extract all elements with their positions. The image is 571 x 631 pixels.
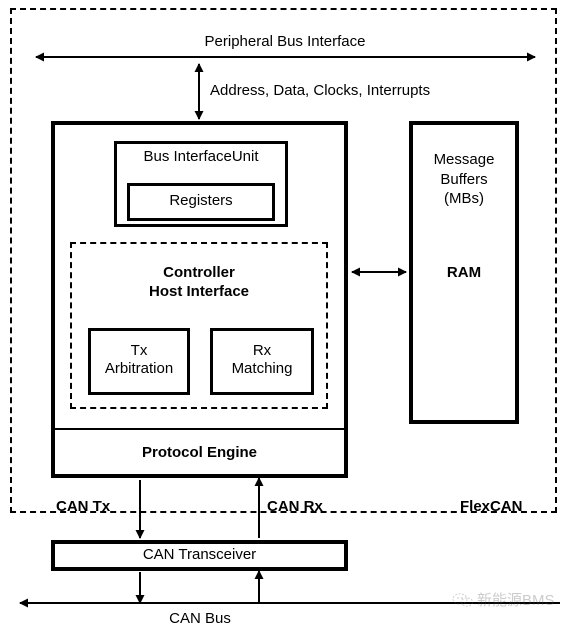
tx-arbitration-label: Tx Arbitration bbox=[104, 342, 174, 377]
bus-interface-unit-label: Bus InterfaceUnit bbox=[143, 148, 259, 165]
rx-matching-label: Rx Matching bbox=[231, 342, 293, 377]
flexcan-region-label: FlexCAN bbox=[460, 498, 523, 515]
protocol-engine-divider bbox=[53, 428, 346, 430]
can-transceiver-label: CAN Transceiver bbox=[142, 546, 257, 563]
flexcan-block-diagram: Peripheral Bus Interface Address, Data, … bbox=[0, 0, 571, 631]
can-rx-label: CAN Rx bbox=[267, 498, 323, 515]
ram-label: RAM bbox=[446, 264, 482, 281]
can-tx-label: CAN Tx bbox=[56, 498, 111, 515]
message-buffers-label: Message Buffers (MBs) bbox=[433, 151, 495, 207]
can-bus-label: CAN Bus bbox=[169, 610, 231, 627]
watermark-text: 新能源BMS bbox=[477, 592, 555, 609]
protocol-engine-label: Protocol Engine bbox=[141, 444, 257, 461]
registers-label: Registers bbox=[169, 192, 233, 209]
address-data-clocks-interrupts-label: Address, Data, Clocks, Interrupts bbox=[210, 82, 431, 99]
controller-host-interface-label: Controller Host Interface bbox=[148, 264, 250, 300]
wechat-logo-icon bbox=[452, 592, 474, 608]
peripheral-bus-interface-label: Peripheral Bus Interface bbox=[204, 33, 366, 50]
watermark: 新能源BMS bbox=[452, 589, 555, 610]
